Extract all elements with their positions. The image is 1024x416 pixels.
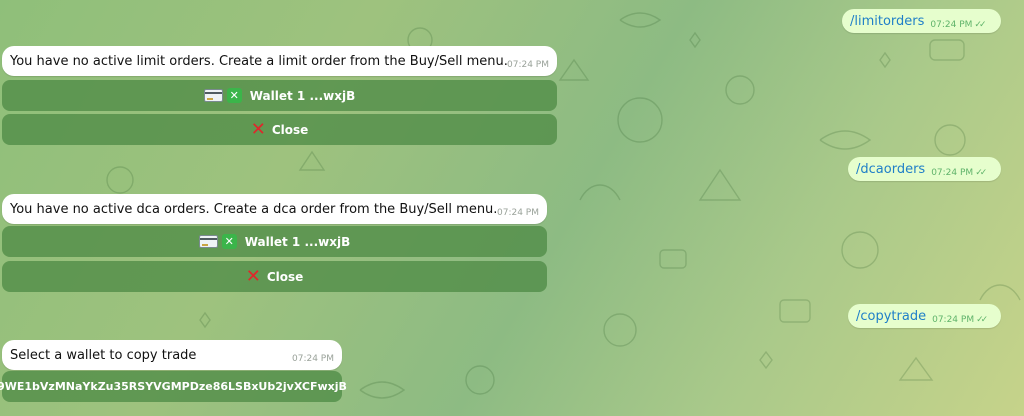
incoming-message: Select a wallet to copy trade 07:24 PM: [2, 340, 342, 370]
message-text: You have no active limit orders. Create …: [10, 53, 508, 69]
credit-card-icon: [203, 89, 223, 102]
command-limitorders[interactable]: /limitorders: [850, 14, 924, 29]
message-time: 07:24 PM ✓✓: [932, 315, 988, 325]
command-copytrade[interactable]: /copytrade: [856, 309, 926, 324]
outgoing-message: /limitorders 07:24 PM ✓✓: [842, 9, 1001, 33]
double-check-icon: ✓✓: [974, 20, 986, 30]
message-time: 07:24 PM ✓✓: [930, 20, 986, 30]
message-time: 07:24 PM: [292, 354, 334, 364]
incoming-message: You have no active limit orders. Create …: [2, 46, 557, 76]
wallet-button[interactable]: ✕ Wallet 1 ...wxjB: [2, 226, 547, 257]
time-label: 07:24 PM: [930, 20, 973, 30]
wallet-address-button[interactable]: 9WE1bVzMNaYkZu35RSYVGMPDze86LSBxUb2jvXCF…: [0, 371, 347, 402]
double-check-icon: ✓✓: [975, 168, 987, 178]
close-button-label: Close: [266, 269, 304, 284]
message-time: 07:24 PM: [497, 208, 539, 218]
green-cross-mark-icon: ✕: [226, 88, 242, 103]
wallet-button[interactable]: ✕ Wallet 1 ...wxjB: [2, 80, 557, 111]
message-time: 07:24 PM ✓✓: [931, 168, 987, 178]
command-dcaorders[interactable]: /dcaorders: [856, 162, 925, 177]
green-cross-mark-icon: ✕: [221, 234, 237, 249]
close-button[interactable]: ✕ Close: [2, 114, 557, 145]
message-text: Select a wallet to copy trade: [10, 347, 197, 363]
outgoing-message: /dcaorders 07:24 PM ✓✓: [848, 157, 1001, 181]
time-label: 07:24 PM: [932, 315, 975, 325]
chat-area: /limitorders 07:24 PM ✓✓ You have no act…: [0, 0, 1024, 416]
double-check-icon: ✓✓: [976, 315, 988, 325]
time-label: 07:24 PM: [931, 168, 974, 178]
close-button[interactable]: ✕ Close: [2, 261, 547, 292]
wallet-button-label: Wallet 1 ...wxjB: [249, 88, 356, 103]
red-cross-icon: ✕: [245, 265, 261, 287]
incoming-message: You have no active dca orders. Create a …: [2, 194, 547, 224]
message-text: You have no active dca orders. Create a …: [10, 201, 498, 217]
outgoing-message: /copytrade 07:24 PM ✓✓: [848, 304, 1001, 328]
close-button-label: Close: [271, 122, 309, 137]
message-time: 07:24 PM: [507, 60, 549, 70]
wallet-button-label: Wallet 1 ...wxjB: [244, 234, 351, 249]
credit-card-icon: [198, 235, 218, 248]
wallet-address-label: 9WE1bVzMNaYkZu35RSYVGMPDze86LSBxUb2jvXCF…: [0, 380, 347, 393]
red-cross-icon: ✕: [250, 118, 266, 140]
